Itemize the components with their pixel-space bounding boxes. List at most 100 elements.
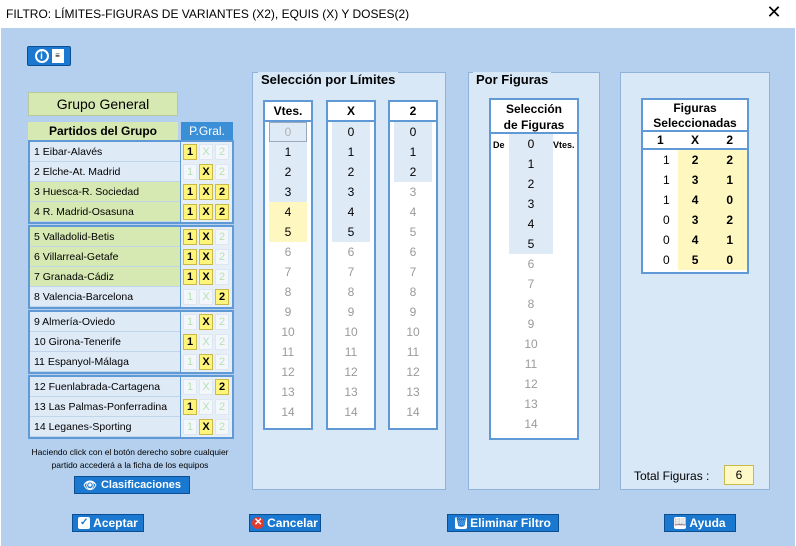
limit-value[interactable]: 13 — [332, 382, 370, 402]
sign-2[interactable]: 2 — [215, 399, 229, 415]
sign-x[interactable]: X — [199, 379, 213, 395]
match-name[interactable]: 9 Almería-Oviedo — [30, 312, 180, 332]
sign-2[interactable]: 2 — [215, 229, 229, 245]
match-name[interactable]: 5 Valladolid-Betis — [30, 227, 180, 247]
figure-value[interactable]: 3 — [509, 194, 553, 214]
match-row[interactable]: 6 Villarreal-Getafe 1 X 2 — [30, 247, 232, 267]
sign-x[interactable]: X — [199, 419, 213, 435]
sign-1[interactable]: 1 — [183, 354, 197, 370]
figure-value[interactable]: 13 — [509, 394, 553, 414]
accept-button[interactable]: ✓ Aceptar — [72, 514, 144, 532]
limit-value[interactable]: 13 — [269, 382, 307, 402]
limit-value[interactable]: 12 — [332, 362, 370, 382]
sign-x[interactable]: X — [199, 354, 213, 370]
sign-2[interactable]: 2 — [215, 204, 229, 220]
limit-value[interactable]: 13 — [394, 382, 432, 402]
limit-value[interactable]: 0 — [269, 122, 307, 142]
limit-value[interactable]: 14 — [394, 402, 432, 422]
limit-value[interactable]: 7 — [332, 262, 370, 282]
sign-1[interactable]: 1 — [183, 249, 197, 265]
sign-x[interactable]: X — [199, 289, 213, 305]
sign-x[interactable]: X — [199, 229, 213, 245]
match-row[interactable]: 13 Las Palmas-Ponferradina 1 X 2 — [30, 397, 232, 417]
figure-value[interactable]: 10 — [509, 334, 553, 354]
sign-2[interactable]: 2 — [215, 184, 229, 200]
match-row[interactable]: 8 Valencia-Barcelona 1 X 2 — [30, 287, 232, 307]
limit-value[interactable]: 8 — [269, 282, 307, 302]
sign-x[interactable]: X — [199, 399, 213, 415]
sign-x[interactable]: X — [199, 249, 213, 265]
match-name[interactable]: 7 Granada-Cádiz — [30, 267, 180, 287]
sign-x[interactable]: X — [199, 164, 213, 180]
sign-x[interactable]: X — [199, 334, 213, 350]
match-name[interactable]: 3 Huesca-R. Sociedad — [30, 182, 180, 202]
figure-value[interactable]: 7 — [509, 274, 553, 294]
limit-value[interactable]: 11 — [394, 342, 432, 362]
figure-value[interactable]: 4 — [509, 214, 553, 234]
limit-value[interactable]: 0 — [332, 122, 370, 142]
sign-2[interactable]: 2 — [215, 334, 229, 350]
sign-1[interactable]: 1 — [183, 164, 197, 180]
limit-value[interactable]: 7 — [269, 262, 307, 282]
sign-1[interactable]: 1 — [183, 379, 197, 395]
info-button[interactable]: i ≡ — [27, 46, 71, 66]
sign-2[interactable]: 2 — [215, 249, 229, 265]
match-name[interactable]: 11 Espanyol-Málaga — [30, 352, 180, 372]
match-row[interactable]: 7 Granada-Cádiz 1 X 2 — [30, 267, 232, 287]
sign-2[interactable]: 2 — [215, 289, 229, 305]
match-row[interactable]: 2 Elche-At. Madrid 1 X 2 — [30, 162, 232, 182]
match-row[interactable]: 5 Valladolid-Betis 1 X 2 — [30, 227, 232, 247]
sign-2[interactable]: 2 — [215, 314, 229, 330]
match-row[interactable]: 11 Espanyol-Málaga 1 X 2 — [30, 352, 232, 372]
match-name[interactable]: 14 Leganes-Sporting — [30, 417, 180, 437]
limit-value[interactable]: 10 — [269, 322, 307, 342]
cancel-button[interactable]: ✕ Cancelar — [249, 514, 321, 532]
limit-value[interactable]: 7 — [394, 262, 432, 282]
sign-2[interactable]: 2 — [215, 354, 229, 370]
figure-value[interactable]: 12 — [509, 374, 553, 394]
clasificaciones-button[interactable]: 👁 Clasificaciones — [74, 476, 190, 494]
sign-2[interactable]: 2 — [215, 419, 229, 435]
figure-value[interactable]: 11 — [509, 354, 553, 374]
limit-value[interactable]: 6 — [394, 242, 432, 262]
limit-value[interactable]: 3 — [394, 182, 432, 202]
limit-value[interactable]: 9 — [269, 302, 307, 322]
figure-value[interactable]: 9 — [509, 314, 553, 334]
match-name[interactable]: 4 R. Madrid-Osasuna — [30, 202, 180, 222]
limit-value[interactable]: 5 — [269, 222, 307, 242]
sign-2[interactable]: 2 — [215, 144, 229, 160]
sign-x[interactable]: X — [199, 144, 213, 160]
sign-1[interactable]: 1 — [183, 314, 197, 330]
limit-value[interactable]: 4 — [332, 202, 370, 222]
limit-value[interactable]: 9 — [394, 302, 432, 322]
sign-1[interactable]: 1 — [183, 144, 197, 160]
limit-value[interactable]: 3 — [332, 182, 370, 202]
limit-value[interactable]: 2 — [394, 162, 432, 182]
figure-value[interactable]: 6 — [509, 254, 553, 274]
figure-value[interactable]: 0 — [509, 134, 553, 154]
limit-value[interactable]: 12 — [269, 362, 307, 382]
limit-value[interactable]: 1 — [332, 142, 370, 162]
match-name[interactable]: 6 Villarreal-Getafe — [30, 247, 180, 267]
match-name[interactable]: 10 Girona-Tenerife — [30, 332, 180, 352]
match-name[interactable]: 12 Fuenlabrada-Cartagena — [30, 377, 180, 397]
match-row[interactable]: 3 Huesca-R. Sociedad 1 X 2 — [30, 182, 232, 202]
sign-1[interactable]: 1 — [183, 289, 197, 305]
match-name[interactable]: 1 Eibar-Alavés — [30, 142, 180, 162]
limit-value[interactable]: 1 — [269, 142, 307, 162]
match-row[interactable]: 1 Eibar-Alavés 1 X 2 — [30, 142, 232, 162]
match-name[interactable]: 2 Elche-At. Madrid — [30, 162, 180, 182]
match-row[interactable]: 9 Almería-Oviedo 1 X 2 — [30, 312, 232, 332]
sign-x[interactable]: X — [199, 269, 213, 285]
figure-value[interactable]: 1 — [509, 154, 553, 174]
match-name[interactable]: 8 Valencia-Barcelona — [30, 287, 180, 307]
limit-value[interactable]: 11 — [269, 342, 307, 362]
limit-value[interactable]: 0 — [394, 122, 432, 142]
close-icon[interactable]: ✕ — [762, 2, 786, 23]
sign-2[interactable]: 2 — [215, 164, 229, 180]
limit-value[interactable]: 8 — [394, 282, 432, 302]
sign-1[interactable]: 1 — [183, 399, 197, 415]
limit-value[interactable]: 5 — [332, 222, 370, 242]
limit-value[interactable]: 9 — [332, 302, 370, 322]
limit-value[interactable]: 8 — [332, 282, 370, 302]
